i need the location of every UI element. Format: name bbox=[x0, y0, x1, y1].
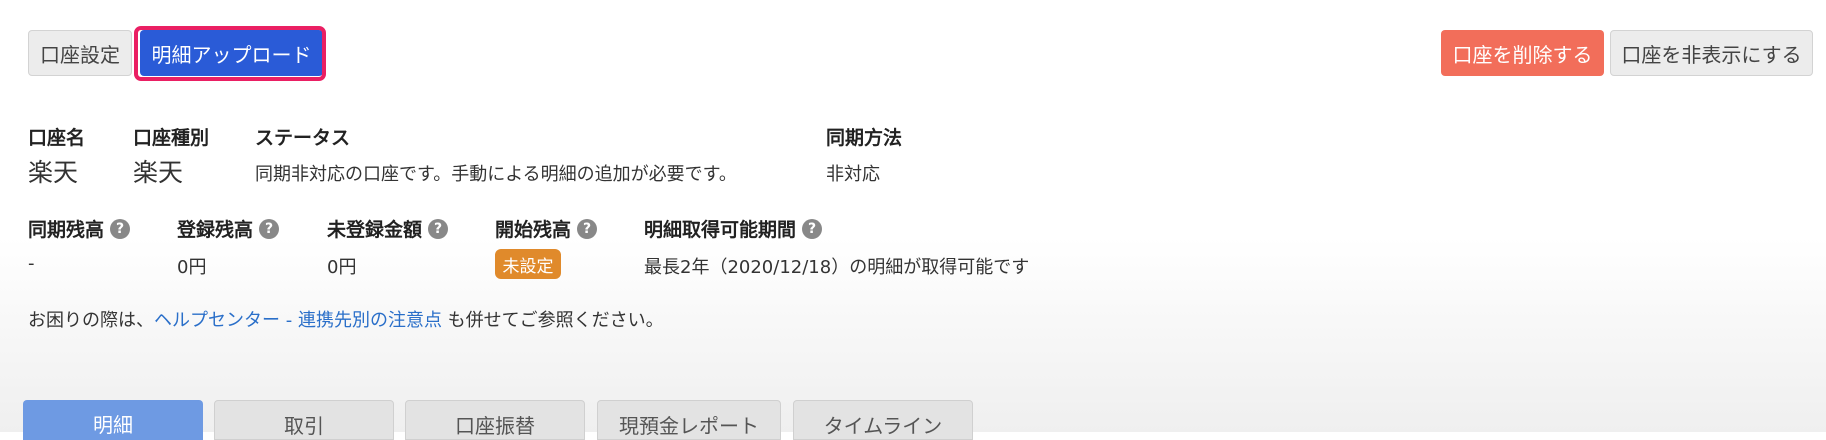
fetch-period-label-text: 明細取得可能期間 bbox=[644, 219, 797, 241]
hide-account-button[interactable]: 口座を非表示にする bbox=[1610, 30, 1813, 76]
registered-balance-label-text: 登録残高 bbox=[177, 219, 254, 241]
registered-balance-label: 登録残高 ? bbox=[177, 215, 280, 242]
sync-method-value: 非対応 bbox=[826, 164, 880, 185]
account-type-label: 口座種別 bbox=[133, 127, 210, 149]
help-question-icon[interactable]: ? bbox=[259, 218, 280, 239]
account-name-value: 楽天 bbox=[28, 158, 79, 187]
unregistered-amount-value: 0円 bbox=[327, 257, 357, 278]
registered-balance-value: 0円 bbox=[177, 257, 207, 278]
help-prefix: お困りの際は、 bbox=[28, 310, 154, 331]
opening-balance-label-text: 開始残高 bbox=[495, 219, 572, 241]
highlight-frame bbox=[134, 26, 326, 81]
account-type-value: 楽天 bbox=[133, 158, 184, 187]
help-question-icon[interactable]: ? bbox=[577, 218, 598, 239]
help-separator: - bbox=[280, 310, 298, 331]
opening-balance-label: 開始残高 ? bbox=[495, 215, 598, 242]
tab-statements[interactable]: 明細 bbox=[23, 400, 203, 440]
fetch-period-label: 明細取得可能期間 ? bbox=[644, 215, 823, 242]
tab-cash-report[interactable]: 現預金レポート bbox=[597, 400, 781, 440]
help-text: お困りの際は、ヘルプセンター - 連携先別の注意点 も併せてご参照ください。 bbox=[28, 306, 664, 332]
help-question-icon[interactable]: ? bbox=[110, 218, 131, 239]
tab-timeline[interactable]: タイムライン bbox=[793, 400, 973, 440]
tab-account-transfer[interactable]: 口座振替 bbox=[405, 400, 585, 440]
opening-balance-status-badge[interactable]: 未設定 bbox=[495, 249, 561, 279]
help-question-icon[interactable]: ? bbox=[428, 218, 449, 239]
help-suffix: も併せてご参照ください。 bbox=[441, 310, 664, 331]
synced-balance-label: 同期残高 ? bbox=[28, 215, 131, 242]
integration-notes-link[interactable]: 連携先別の注意点 bbox=[298, 310, 442, 331]
fetch-period-value: 最長2年（2020/12/18）の明細が取得可能です bbox=[644, 257, 1030, 278]
account-name-label: 口座名 bbox=[28, 127, 86, 149]
tab-transactions[interactable]: 取引 bbox=[214, 400, 394, 440]
helpcenter-link[interactable]: ヘルプセンター bbox=[154, 310, 280, 331]
unregistered-amount-label: 未登録金額 ? bbox=[327, 215, 449, 242]
delete-account-button[interactable]: 口座を削除する bbox=[1441, 30, 1604, 76]
sync-method-label: 同期方法 bbox=[826, 127, 903, 149]
status-label: ステータス bbox=[255, 127, 351, 149]
unregistered-amount-label-text: 未登録金額 bbox=[327, 219, 423, 241]
synced-balance-value: - bbox=[28, 253, 35, 274]
help-question-icon[interactable]: ? bbox=[802, 218, 823, 239]
status-value: 同期非対応の口座です。手動による明細の追加が必要です。 bbox=[255, 164, 737, 185]
synced-balance-label-text: 同期残高 bbox=[28, 219, 105, 241]
account-settings-button[interactable]: 口座設定 bbox=[28, 30, 132, 76]
